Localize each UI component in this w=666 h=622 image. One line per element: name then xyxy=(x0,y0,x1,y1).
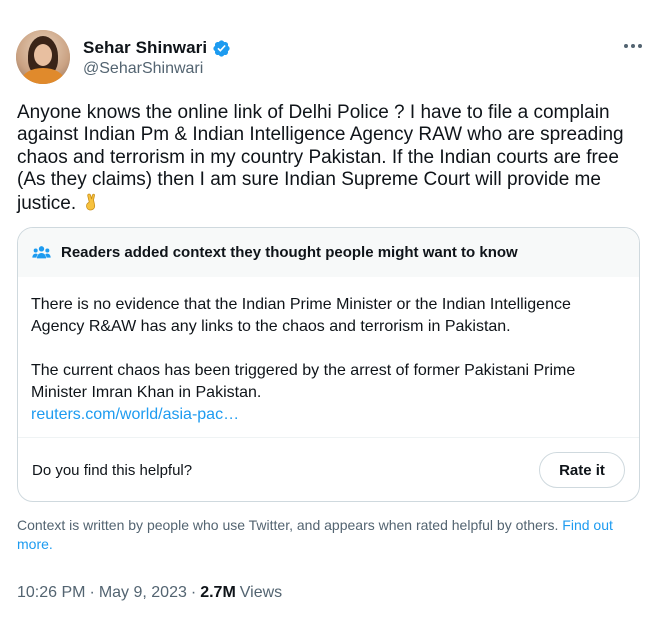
tweet-text: Anyone knows the online link of Delhi Po… xyxy=(17,102,647,215)
meta-separator: · xyxy=(190,584,197,601)
context-paragraph: There is no evidence that the Indian Pri… xyxy=(31,296,571,335)
source-link[interactable]: reuters.com/world/asia-pac… xyxy=(31,404,626,426)
context-disclaimer-text: Context is written by people who use Twi… xyxy=(17,517,559,533)
context-header: Readers added context they thought peopl… xyxy=(18,228,639,277)
crossed-fingers-emoji-icon xyxy=(86,193,96,211)
views-count: 2.7M xyxy=(200,584,236,601)
context-title: Readers added context they thought peopl… xyxy=(61,244,518,261)
tweet-time[interactable]: 10:26 PM xyxy=(17,584,85,602)
context-paragraph: The current chaos has been triggered by … xyxy=(31,362,576,401)
meta-separator: · xyxy=(89,584,95,601)
helpful-question: Do you find this helpful? xyxy=(32,461,193,479)
views-label: Views xyxy=(239,584,283,601)
community-notes-card: Readers added context they thought peopl… xyxy=(17,227,640,502)
tweet-meta: 10:26 PM · May 9, 2023 · 2.7M Views xyxy=(17,584,282,602)
tweet-header: Sehar Shinwari @SeharShinwari xyxy=(16,30,650,90)
author-name-row[interactable]: Sehar Shinwari xyxy=(83,38,231,58)
author-display-name[interactable]: Sehar Shinwari xyxy=(83,38,207,58)
context-footer: Do you find this helpful? Rate it xyxy=(18,437,639,501)
verified-badge-icon xyxy=(213,39,230,57)
tweet-body: Anyone knows the online link of Delhi Po… xyxy=(17,102,624,214)
context-disclaimer: Context is written by people who use Twi… xyxy=(17,516,637,554)
more-options-icon[interactable] xyxy=(620,36,646,56)
people-icon xyxy=(32,245,51,258)
context-body: There is no evidence that the Indian Pri… xyxy=(18,277,639,437)
tweet-date[interactable]: May 9, 2023 xyxy=(99,584,187,602)
avatar[interactable] xyxy=(16,30,70,84)
author-handle[interactable]: @SeharShinwari xyxy=(83,60,203,78)
rate-it-button[interactable]: Rate it xyxy=(539,452,625,488)
